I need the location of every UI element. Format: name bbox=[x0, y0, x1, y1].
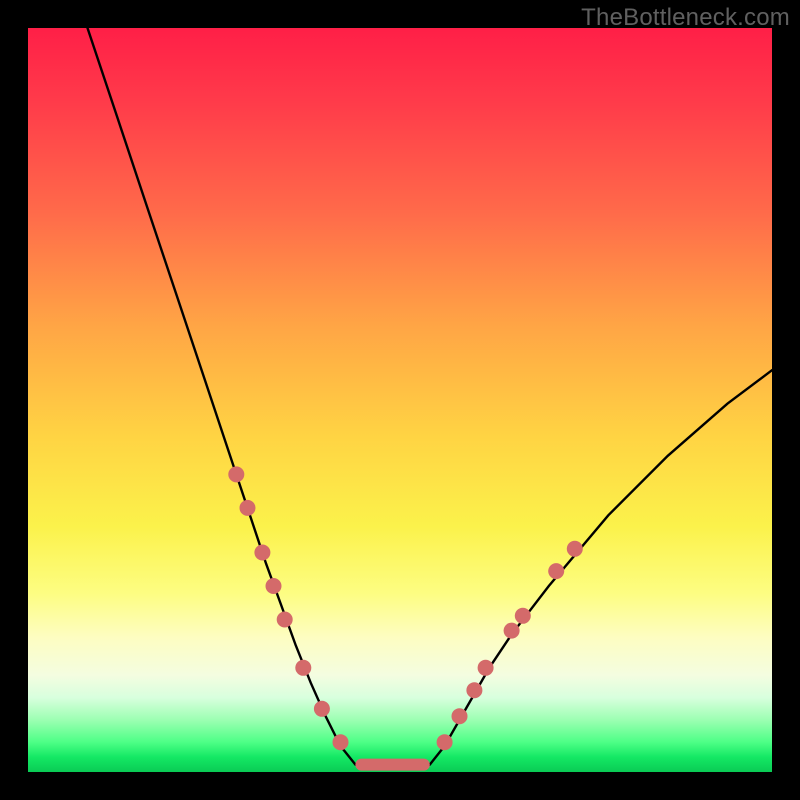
marker-dot bbox=[333, 734, 349, 750]
marker-dot bbox=[254, 545, 270, 561]
curve-right-branch bbox=[430, 370, 772, 764]
curve-left-branch bbox=[88, 28, 356, 765]
marker-dot bbox=[314, 701, 330, 717]
chart-frame: TheBottleneck.com bbox=[0, 0, 800, 800]
marker-dot bbox=[228, 466, 244, 482]
chart-svg bbox=[28, 28, 772, 772]
marker-dot bbox=[437, 734, 453, 750]
marker-dot bbox=[295, 660, 311, 676]
marker-dot bbox=[277, 612, 293, 628]
marker-dot bbox=[567, 541, 583, 557]
marker-dot bbox=[478, 660, 494, 676]
flat-segment-bar bbox=[355, 759, 429, 771]
marker-dot bbox=[452, 708, 468, 724]
plot-area bbox=[28, 28, 772, 772]
marker-dot bbox=[515, 608, 531, 624]
watermark-text: TheBottleneck.com bbox=[581, 4, 790, 32]
marker-dot bbox=[466, 682, 482, 698]
marker-dot bbox=[504, 623, 520, 639]
marker-dot bbox=[266, 578, 282, 594]
marker-dot bbox=[240, 500, 256, 516]
marker-dot bbox=[548, 563, 564, 579]
